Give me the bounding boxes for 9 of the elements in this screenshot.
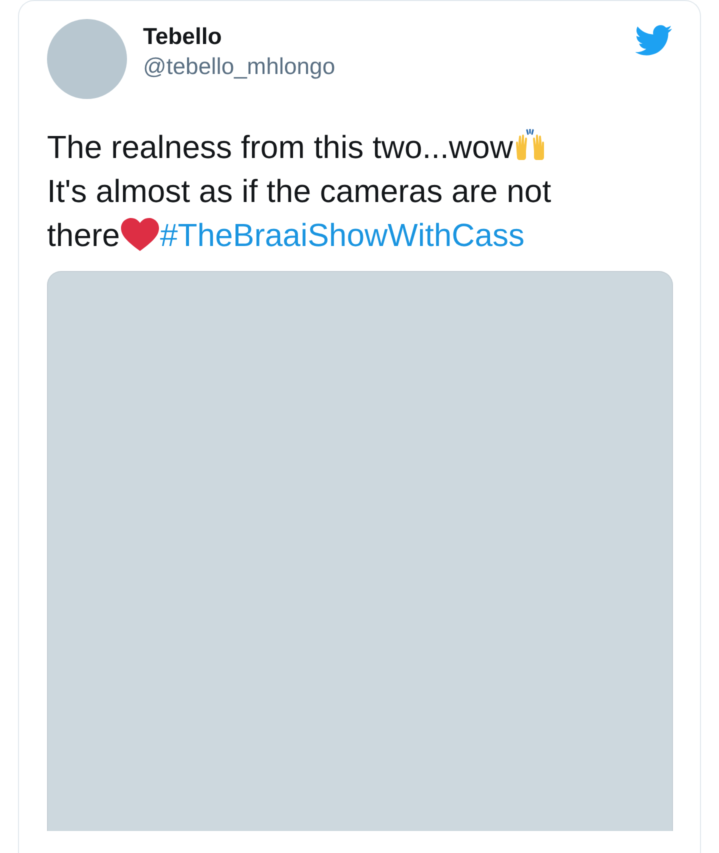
tweet-text: It's almost as if the cameras are not bbox=[47, 172, 552, 211]
tweet-text: there bbox=[47, 216, 120, 255]
media-placeholder[interactable] bbox=[47, 271, 673, 831]
author-handle[interactable]: @tebello_mhlongo bbox=[143, 53, 336, 79]
hashtag-link[interactable]: #TheBraaiShowWithCass bbox=[160, 213, 525, 257]
bird-logo-icon[interactable] bbox=[635, 25, 673, 56]
heart-icon bbox=[120, 218, 160, 252]
tweet-text: The realness from this two...wow bbox=[47, 128, 513, 167]
author-name[interactable]: Tebello bbox=[143, 23, 222, 49]
